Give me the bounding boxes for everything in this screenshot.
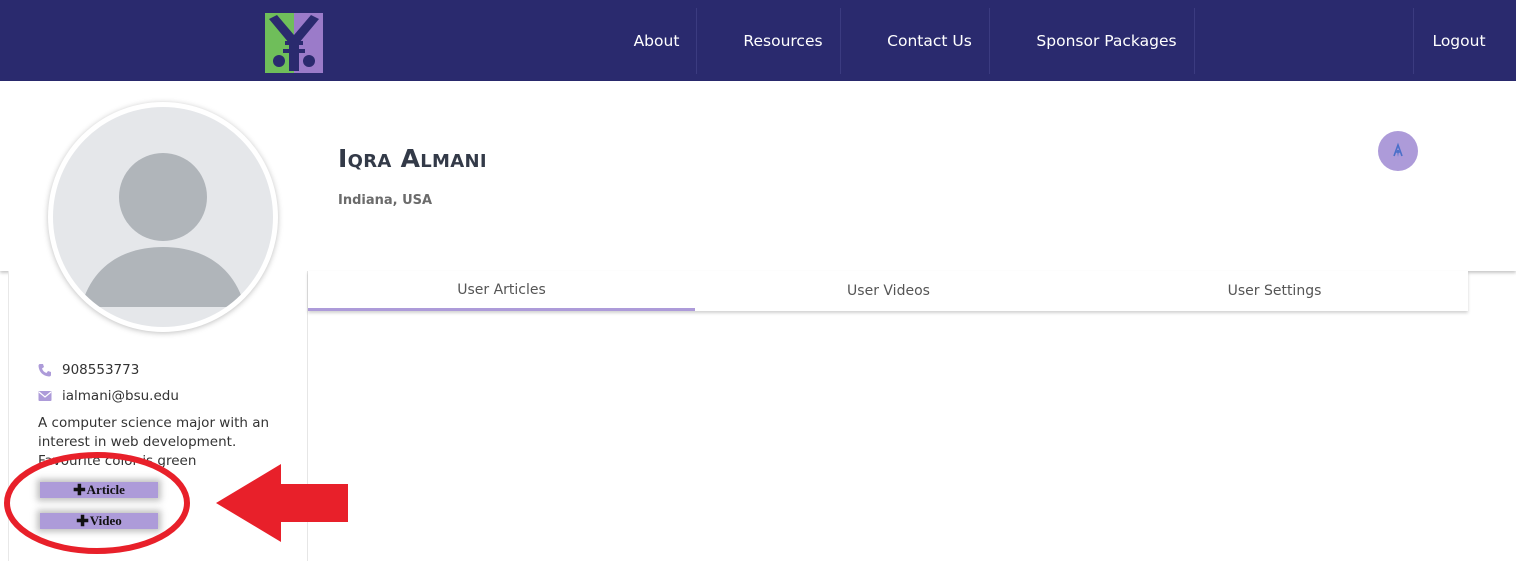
email-row: ialmani@bsu.edu (38, 388, 179, 404)
email-icon (38, 389, 52, 403)
nav-divider (989, 8, 990, 74)
add-video-label: Video (89, 513, 122, 528)
logo-icon[interactable] (265, 13, 323, 73)
logout-link[interactable]: Logout (1414, 8, 1504, 74)
nav-contact-link[interactable]: Contact Us (870, 8, 989, 74)
nav-resources-link[interactable]: Resources (726, 8, 840, 74)
phone-row: 908553773 (38, 362, 139, 378)
nav-divider (1194, 8, 1195, 74)
email-address: ialmani@bsu.edu (62, 388, 179, 404)
add-article-label: Article (86, 482, 125, 497)
nav-about-link[interactable]: About (617, 8, 696, 74)
tab-user-videos[interactable]: User Videos (695, 271, 1082, 311)
nav-divider (696, 8, 697, 74)
profile-bio: A computer science major with an interes… (38, 415, 270, 469)
nav-divider (840, 8, 841, 74)
badge-icon[interactable] (1378, 131, 1418, 171)
profile-name: Iqra Almani (338, 144, 487, 173)
add-video-button[interactable]: ✚ Video (40, 513, 158, 530)
tab-user-settings[interactable]: User Settings (1081, 271, 1468, 311)
avatar-placeholder-icon (53, 107, 273, 327)
tab-user-articles[interactable]: User Articles (308, 271, 695, 311)
plus-icon: ✚ (73, 482, 86, 499)
nav-sponsor-link[interactable]: Sponsor Packages (1019, 8, 1194, 74)
add-article-button[interactable]: ✚ Article (40, 482, 158, 499)
plus-icon: ✚ (76, 513, 89, 530)
top-navbar: About Resources Contact Us Sponsor Packa… (0, 0, 1516, 81)
phone-number: 908553773 (62, 362, 140, 378)
profile-tabs: User Articles User Videos User Settings (308, 271, 1468, 311)
profile-location: Indiana, USA (338, 193, 433, 208)
phone-icon (38, 363, 52, 377)
avatar (48, 102, 278, 332)
